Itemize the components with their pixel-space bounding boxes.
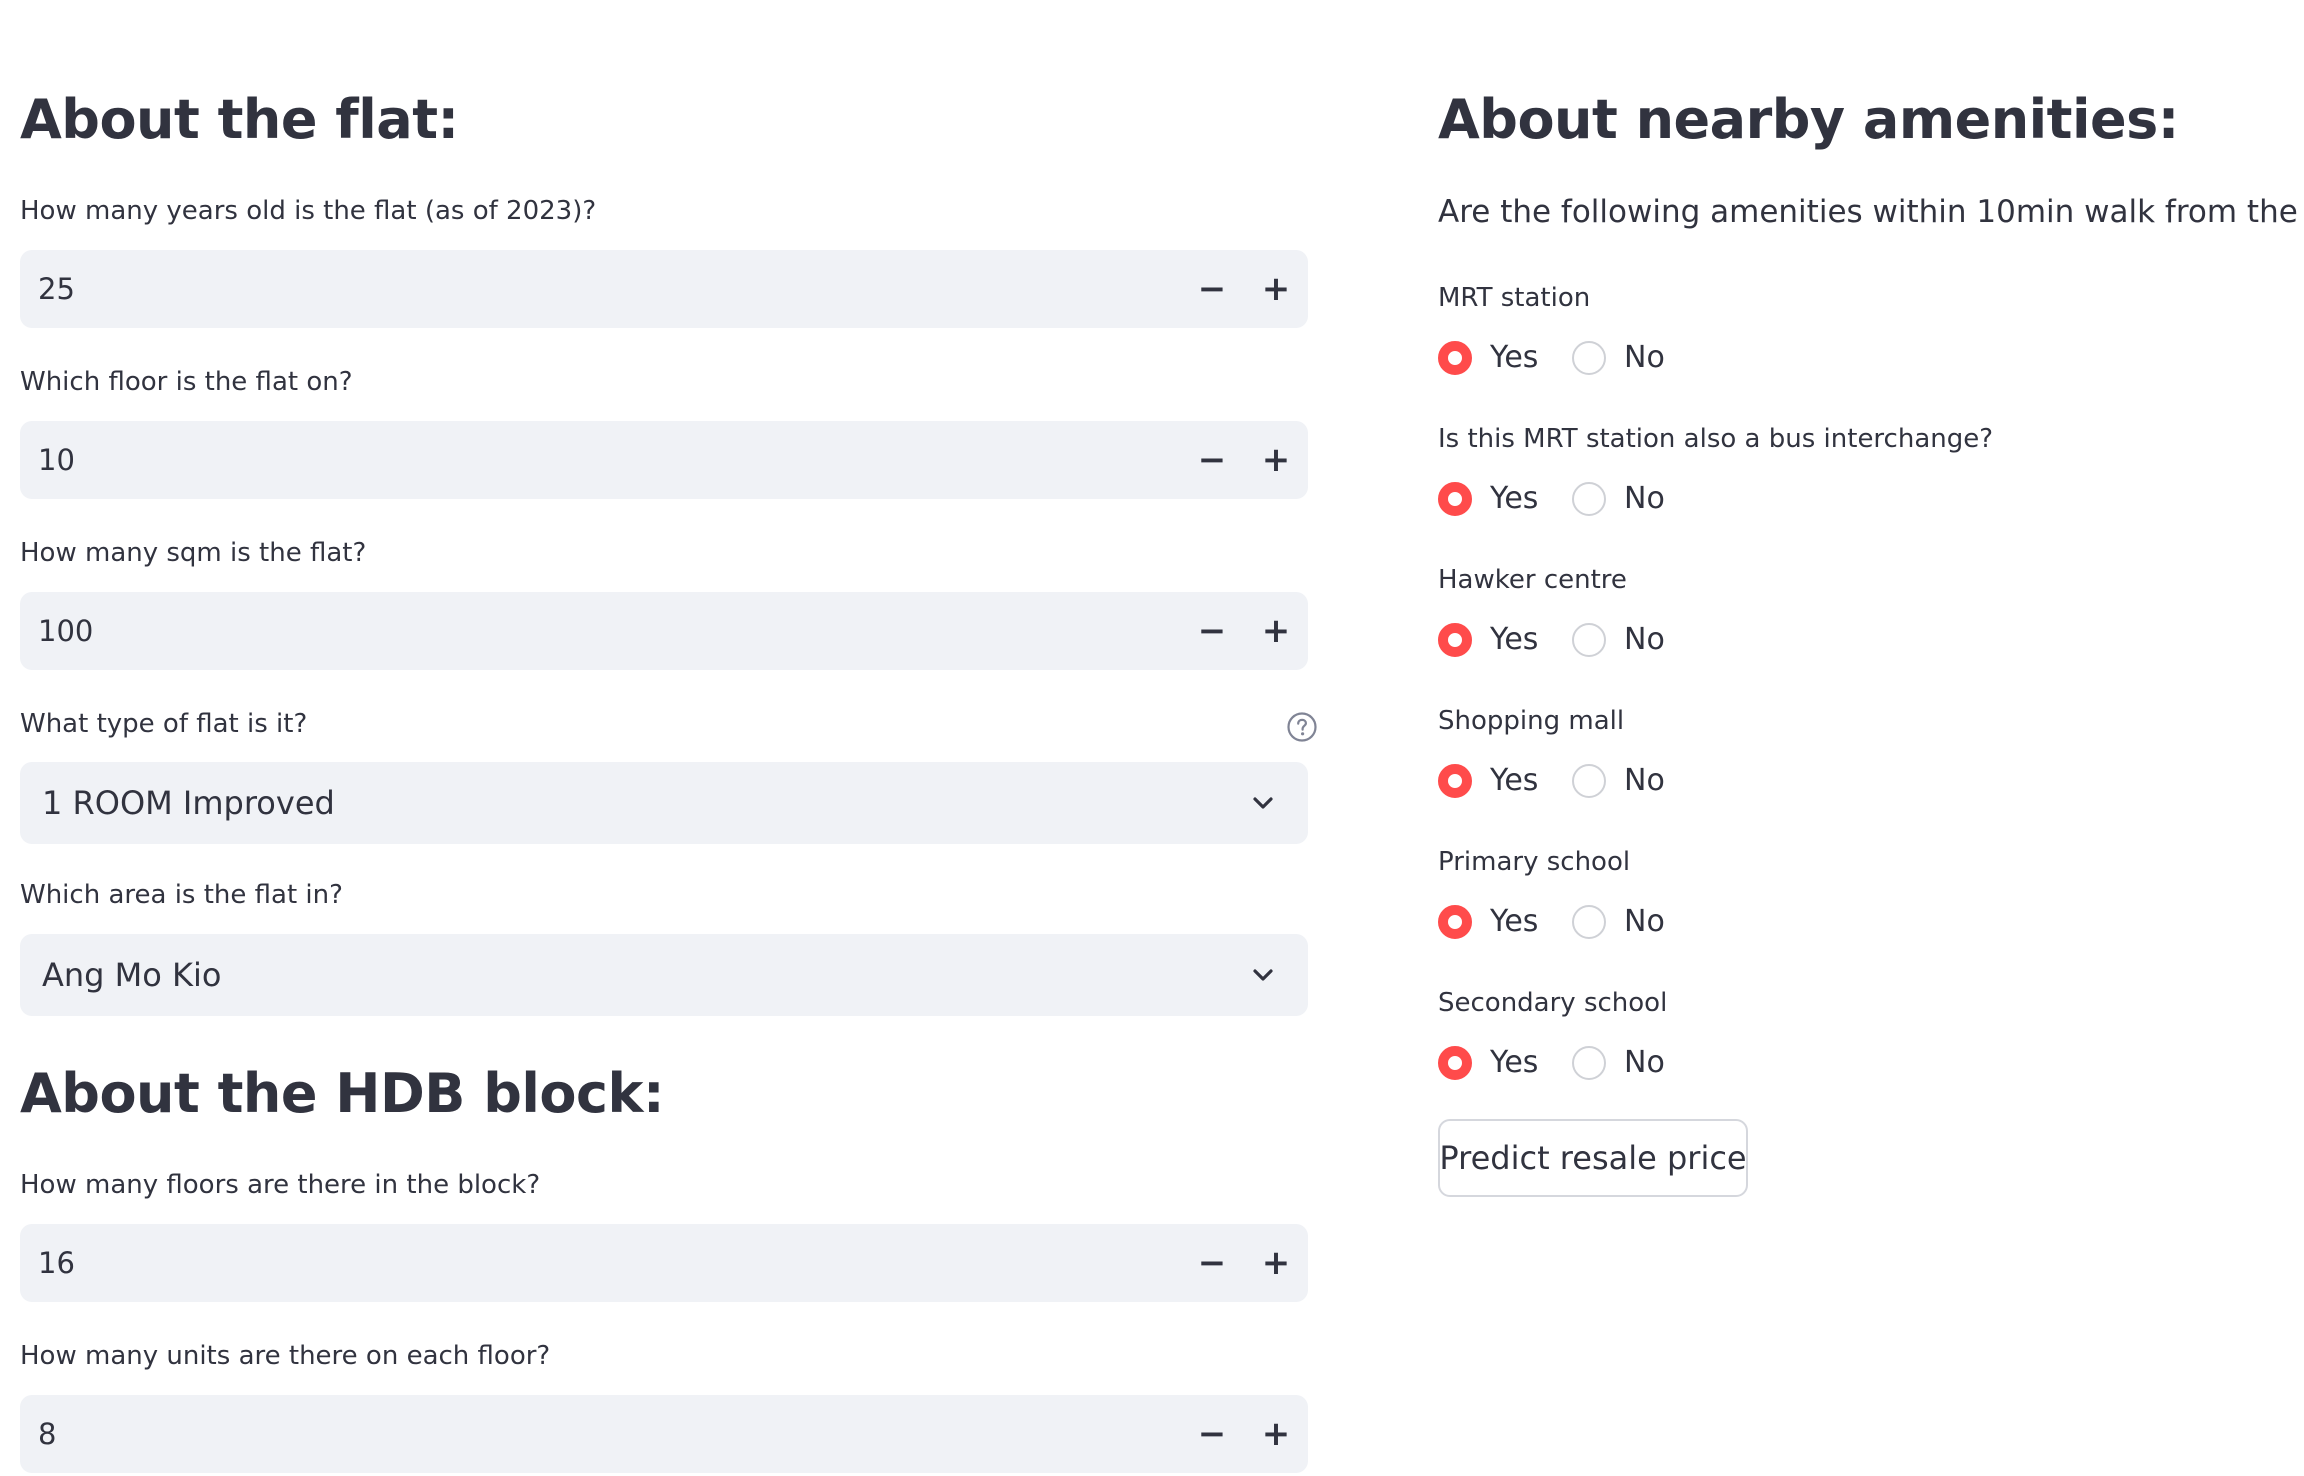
radio-no[interactable]: No <box>1572 338 1672 378</box>
area-label: Which area is the flat in? <box>20 880 343 910</box>
sqm-label: How many sqm is the flat? <box>20 538 367 568</box>
radio-no-label: No <box>1624 340 1665 375</box>
radio-no-label: No <box>1624 763 1665 798</box>
radio-yes-circle[interactable] <box>1438 623 1472 657</box>
radio-yes[interactable]: Yes <box>1438 479 1538 519</box>
floor-label: Which floor is the flat on? <box>20 367 353 397</box>
radio-yes-circle[interactable] <box>1438 1046 1472 1080</box>
floor-value[interactable]: 10 <box>38 443 75 477</box>
flat-type-select[interactable]: 1 ROOM Improved <box>20 762 1308 844</box>
radio-no-label: No <box>1624 1045 1665 1080</box>
radio-yes[interactable]: Yes <box>1438 338 1538 378</box>
radio-yes-label: Yes <box>1490 481 1539 516</box>
amenity-label: Primary school <box>1438 847 1631 877</box>
flat-type-label: What type of flat is it? <box>20 709 308 739</box>
radio-no-circle[interactable] <box>1572 623 1606 657</box>
units-per-floor-number-input[interactable]: 8 − + <box>20 1395 1308 1473</box>
radio-no-circle[interactable] <box>1572 905 1606 939</box>
sqm-increment-button[interactable]: + <box>1250 605 1302 657</box>
radio-yes-label: Yes <box>1490 1045 1539 1080</box>
radio-yes[interactable]: Yes <box>1438 620 1538 660</box>
radio-no-circle[interactable] <box>1572 341 1606 375</box>
radio-no-label: No <box>1624 904 1665 939</box>
radio-yes-circle[interactable] <box>1438 764 1472 798</box>
radio-no[interactable]: No <box>1572 902 1672 942</box>
radio-yes-circle[interactable] <box>1438 905 1472 939</box>
age-number-input[interactable]: 25 − + <box>20 250 1308 328</box>
section-title-flat: About the flat: <box>20 88 459 151</box>
units-per-floor-value[interactable]: 8 <box>38 1417 56 1451</box>
amenity-label: Shopping mall <box>1438 706 1625 736</box>
chevron-down-icon[interactable] <box>1248 960 1278 990</box>
block-floors-number-input[interactable]: 16 − + <box>20 1224 1308 1302</box>
floor-decrement-button[interactable]: − <box>1186 434 1238 486</box>
radio-no-circle[interactable] <box>1572 482 1606 516</box>
floor-number-input[interactable]: 10 − + <box>20 421 1308 499</box>
radio-yes-label: Yes <box>1490 904 1539 939</box>
section-title-hdb-block: About the HDB block: <box>20 1062 665 1125</box>
sqm-number-input[interactable]: 100 − + <box>20 592 1308 670</box>
radio-yes-label: Yes <box>1490 622 1539 657</box>
block-floors-increment-button[interactable]: + <box>1250 1237 1302 1289</box>
area-select[interactable]: Ang Mo Kio <box>20 934 1308 1016</box>
units-per-floor-label: How many units are there on each floor? <box>20 1341 551 1371</box>
radio-yes-label: Yes <box>1490 763 1539 798</box>
radio-no[interactable]: No <box>1572 761 1672 801</box>
age-label: How many years old is the flat (as of 20… <box>20 196 597 226</box>
radio-yes-circle[interactable] <box>1438 341 1472 375</box>
floor-increment-button[interactable]: + <box>1250 434 1302 486</box>
radio-no-circle[interactable] <box>1572 1046 1606 1080</box>
radio-yes[interactable]: Yes <box>1438 902 1538 942</box>
radio-no[interactable]: No <box>1572 1043 1672 1083</box>
chevron-down-icon[interactable] <box>1248 788 1278 818</box>
block-floors-decrement-button[interactable]: − <box>1186 1237 1238 1289</box>
radio-no-circle[interactable] <box>1572 764 1606 798</box>
sqm-decrement-button[interactable]: − <box>1186 605 1238 657</box>
radio-no-label: No <box>1624 481 1665 516</box>
units-per-floor-increment-button[interactable]: + <box>1250 1408 1302 1460</box>
age-decrement-button[interactable]: − <box>1186 263 1238 315</box>
sqm-value[interactable]: 100 <box>38 614 93 648</box>
units-per-floor-decrement-button[interactable]: − <box>1186 1408 1238 1460</box>
area-selected: Ang Mo Kio <box>42 956 222 994</box>
age-value[interactable]: 25 <box>38 272 75 306</box>
flat-type-selected: 1 ROOM Improved <box>42 784 335 822</box>
radio-yes-label: Yes <box>1490 340 1539 375</box>
amenity-label: MRT station <box>1438 283 1591 313</box>
question-circle-icon[interactable] <box>1286 711 1318 743</box>
block-floors-label: How many floors are there in the block? <box>20 1170 541 1200</box>
block-floors-value[interactable]: 16 <box>38 1246 75 1280</box>
amenities-prompt: Are the following amenities within 10min… <box>1438 194 2304 230</box>
radio-yes[interactable]: Yes <box>1438 761 1538 801</box>
section-title-amenities: About nearby amenities: <box>1438 88 2179 151</box>
radio-no[interactable]: No <box>1572 620 1672 660</box>
amenity-label: Hawker centre <box>1438 565 1627 595</box>
radio-yes-circle[interactable] <box>1438 482 1472 516</box>
age-increment-button[interactable]: + <box>1250 263 1302 315</box>
radio-no-label: No <box>1624 622 1665 657</box>
amenity-label: Is this MRT station also a bus interchan… <box>1438 424 1994 454</box>
radio-no[interactable]: No <box>1572 479 1672 519</box>
radio-yes[interactable]: Yes <box>1438 1043 1538 1083</box>
predict-resale-price-button[interactable]: Predict resale price <box>1438 1119 1748 1197</box>
amenity-label: Secondary school <box>1438 988 1668 1018</box>
